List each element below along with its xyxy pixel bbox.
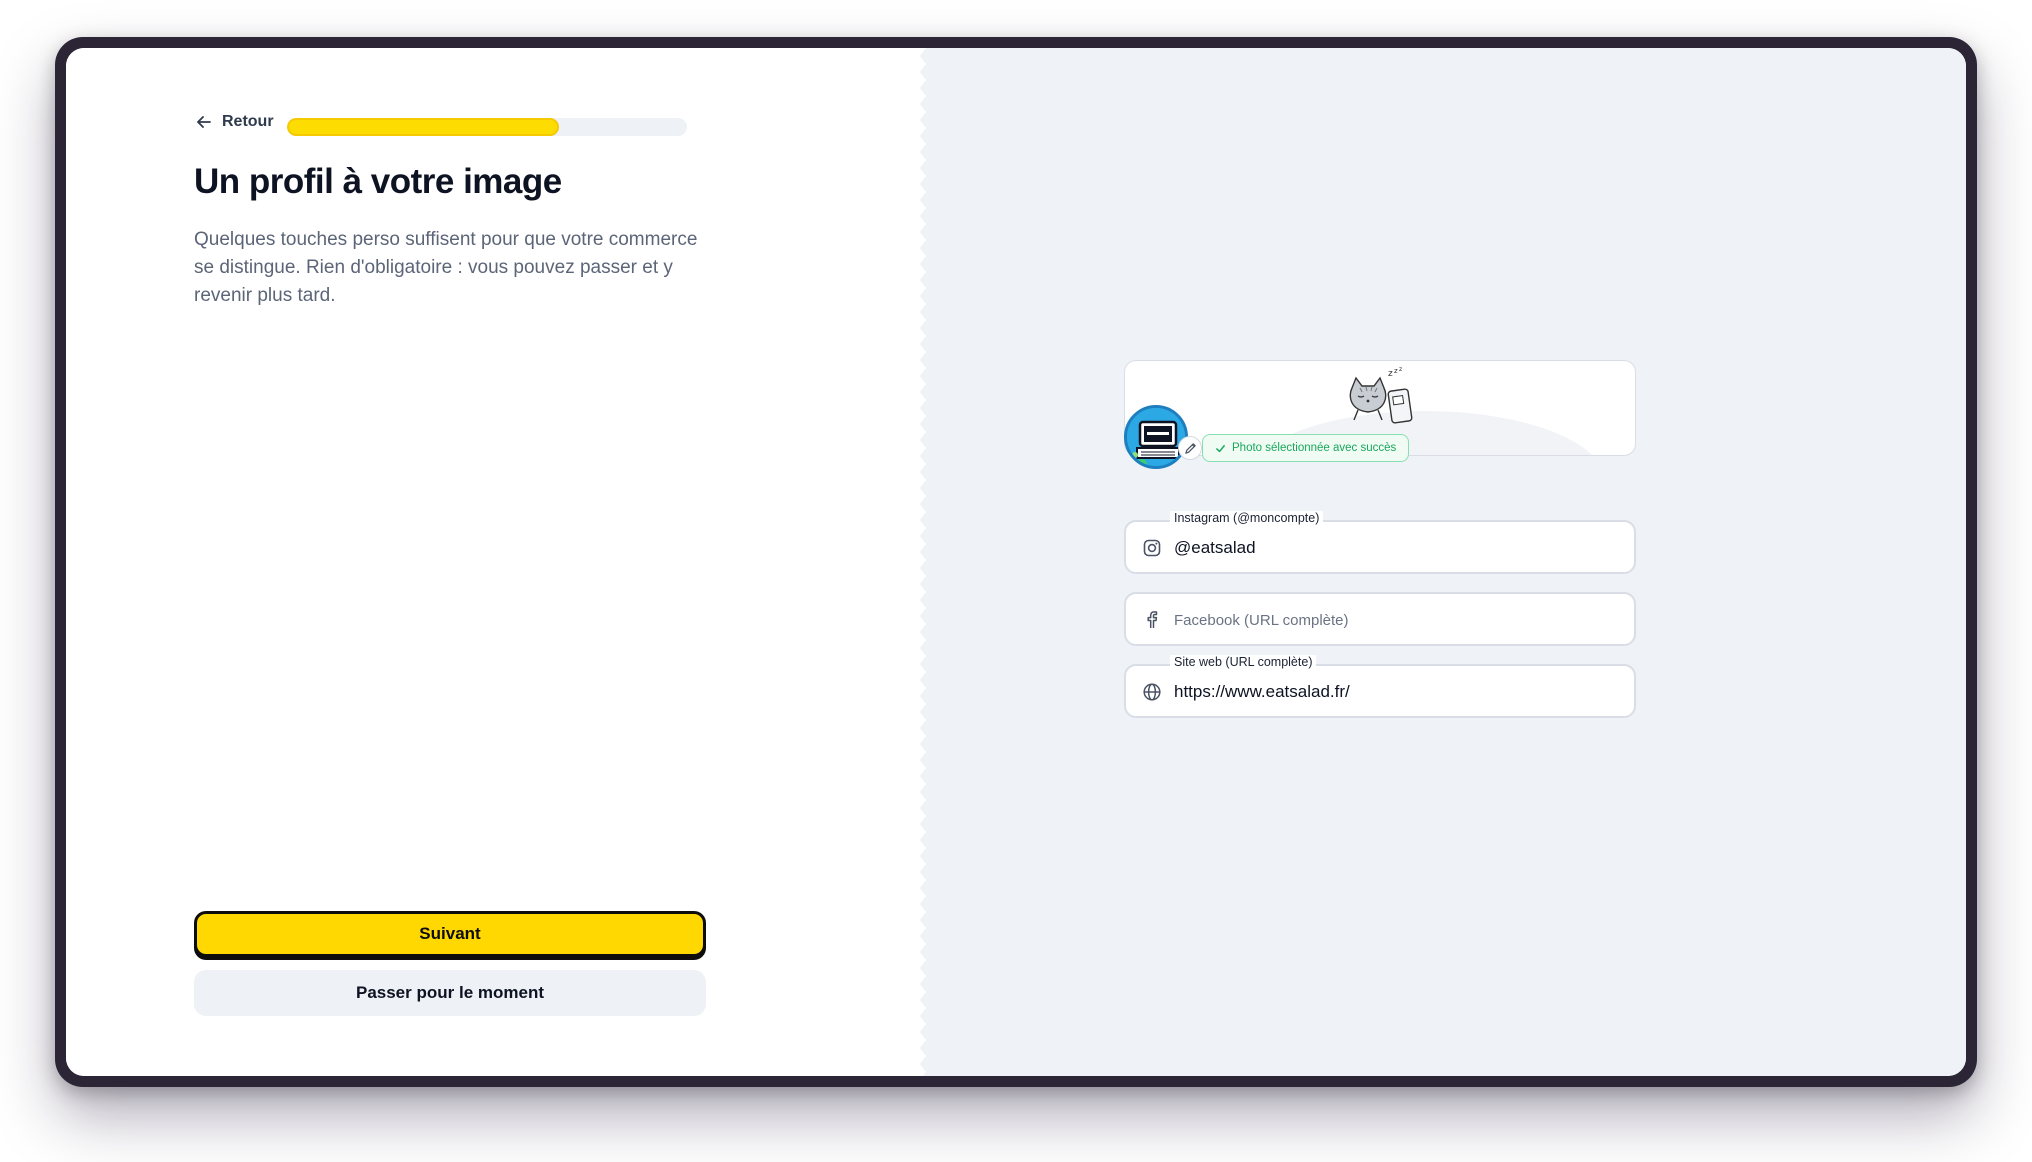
website-field[interactable]: Site web (URL complète) xyxy=(1124,655,1636,718)
check-icon xyxy=(1216,444,1225,452)
screen: Retour Un profil à votre image Quelques … xyxy=(66,48,1966,1076)
sleeping-cat-mascot-icon: z z z xyxy=(1349,366,1413,424)
website-label: Site web (URL complète) xyxy=(1170,655,1317,669)
globe-icon xyxy=(1143,683,1161,701)
svg-text:z: z xyxy=(1388,369,1393,379)
page-title: Un profil à votre image xyxy=(194,162,562,201)
instagram-field[interactable]: Instagram (@moncompte) xyxy=(1124,511,1636,574)
edit-photo-button[interactable] xyxy=(1178,436,1202,460)
back-label: Retour xyxy=(222,113,274,130)
website-input[interactable] xyxy=(1174,678,1614,706)
progress-bar xyxy=(287,118,687,136)
pencil-icon xyxy=(1184,442,1196,454)
svg-text:z: z xyxy=(1394,367,1398,375)
photo-success-text: Photo sélectionnée avec succès xyxy=(1232,442,1397,454)
left-pane: Retour Un profil à votre image Quelques … xyxy=(66,48,926,1076)
skip-button[interactable]: Passer pour le moment xyxy=(194,970,706,1016)
photo-success-badge: Photo sélectionnée avec succès xyxy=(1202,434,1410,462)
back-button[interactable]: Retour xyxy=(194,112,274,132)
arrow-left-icon xyxy=(197,116,211,128)
facebook-icon xyxy=(1147,611,1158,628)
svg-text:z: z xyxy=(1399,366,1402,373)
profile-avatar[interactable] xyxy=(1124,405,1188,469)
progress-fill xyxy=(287,118,559,136)
instagram-input[interactable] xyxy=(1174,534,1614,562)
page-description: Quelques touches perso suffisent pour qu… xyxy=(194,229,698,306)
facebook-field[interactable] xyxy=(1124,592,1636,646)
facebook-input[interactable] xyxy=(1174,606,1614,634)
instagram-icon xyxy=(1143,539,1161,557)
instagram-label: Instagram (@moncompte) xyxy=(1170,511,1324,525)
device-frame: Retour Un profil à votre image Quelques … xyxy=(55,37,1977,1087)
next-button[interactable]: Suivant xyxy=(194,911,706,957)
